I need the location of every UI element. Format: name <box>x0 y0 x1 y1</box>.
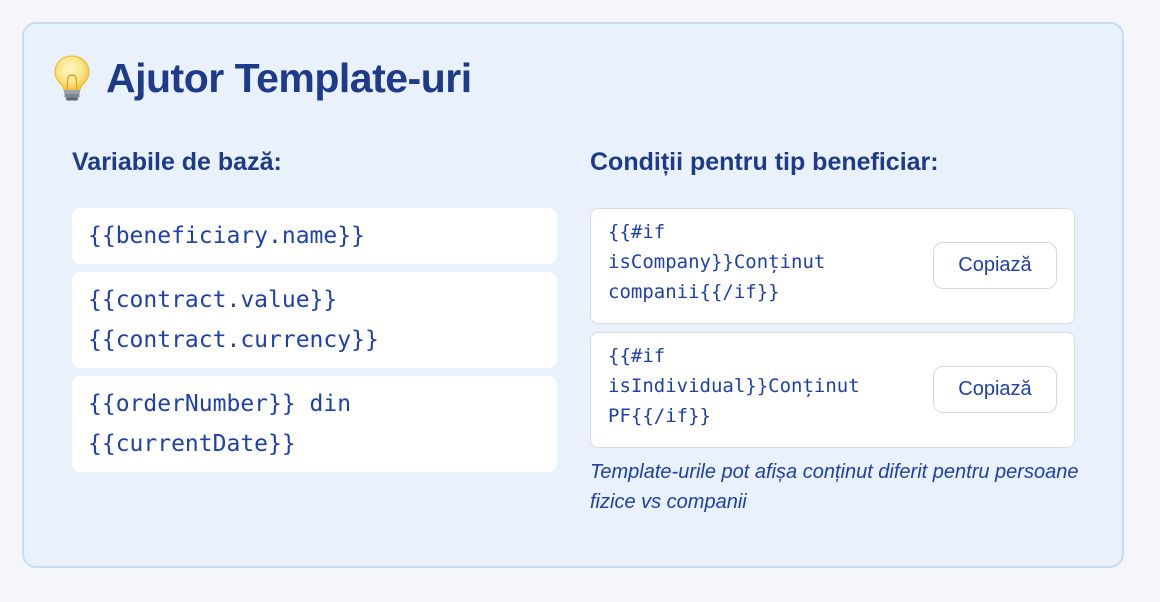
condition-snippet-individual: {{#if isIndividual}}Conținut PF{{/if}} C… <box>590 332 1075 448</box>
condition-code: {{#if isIndividual}}Conținut PF{{/if}} <box>608 341 860 431</box>
panel-header: Ajutor Template-uri <box>52 50 472 106</box>
snippet-line: {{#if <box>608 345 666 367</box>
basic-variables-heading: Variabile de bază: <box>72 148 282 176</box>
snippet-line: {{contract.currency}} <box>88 327 379 353</box>
snippet-line: {{contract.value}} <box>88 287 338 313</box>
conditions-note: Template-urile pot afișa conținut diferi… <box>590 461 1079 513</box>
copy-individual-button[interactable]: Copiază <box>933 366 1057 413</box>
condition-code: {{#if isCompany}}Conținut companii{{/if}… <box>608 217 825 307</box>
snippet-line: {{#if <box>608 221 666 243</box>
snippet-line: isIndividual}}Conținut <box>608 375 860 397</box>
copy-company-button[interactable]: Copiază <box>933 242 1057 289</box>
snippet-line: PF{{/if}} <box>608 405 711 427</box>
conditions-heading: Condiții pentru tip beneficiar: <box>590 148 939 176</box>
snippet-line: {{beneficiary.name}} <box>88 223 365 249</box>
panel-title: Ajutor Template-uri <box>106 54 472 101</box>
condition-snippet-company: {{#if isCompany}}Conținut companii{{/if}… <box>590 208 1075 324</box>
snippet-line: isCompany}}Conținut <box>608 251 826 273</box>
lightbulb-icon <box>54 55 90 101</box>
variable-snippet-order[interactable]: {{orderNumber}} din {{currentDate}} <box>72 376 557 472</box>
variable-snippet-beneficiary[interactable]: {{beneficiary.name}} <box>72 208 557 264</box>
snippet-line: companii{{/if}} <box>608 281 780 303</box>
variable-snippet-contract[interactable]: {{contract.value}} {{contract.currency}} <box>72 272 557 368</box>
snippet-line: {{currentDate}} <box>88 431 296 457</box>
snippet-line: {{orderNumber}} din <box>88 391 352 417</box>
